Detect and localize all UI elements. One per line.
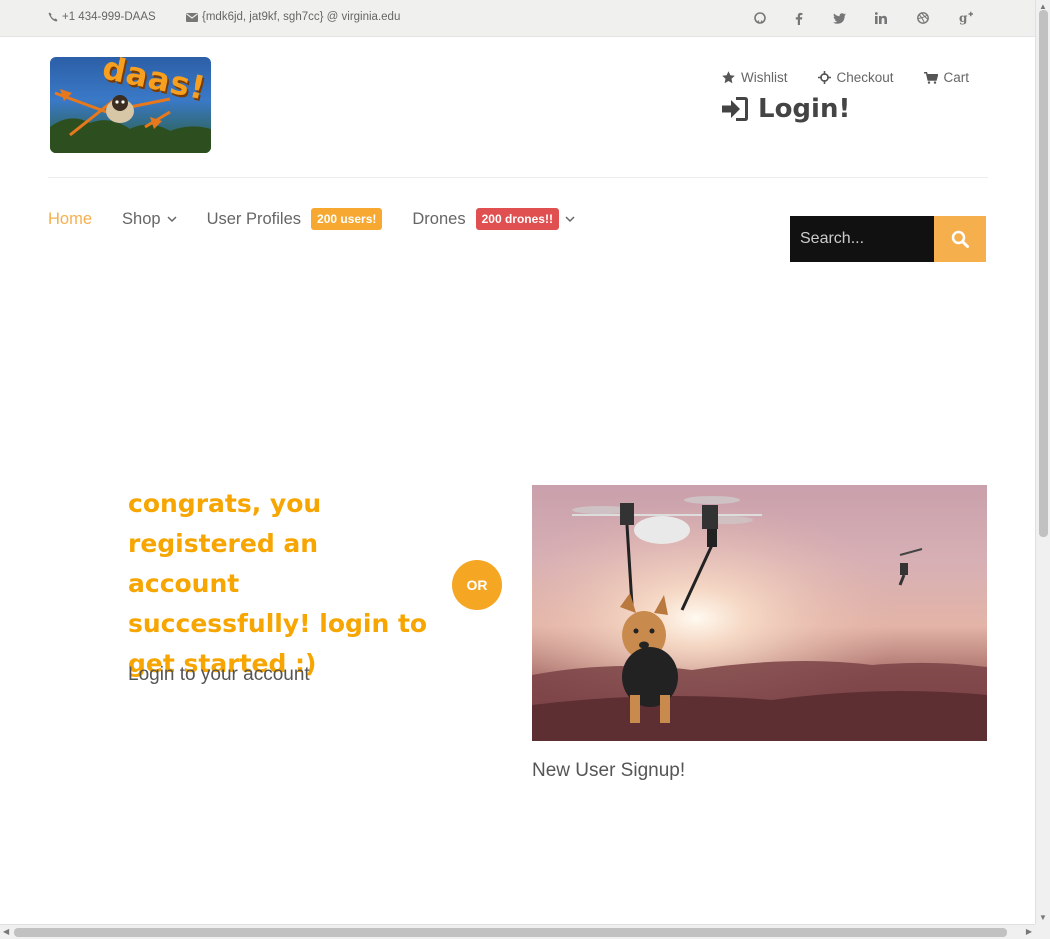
header-divider [48,177,988,178]
nav-user-profiles[interactable]: User Profiles 200 users! [207,208,383,230]
login-label: Login! [758,94,851,124]
twitter-icon[interactable] [828,8,850,28]
chevron-down-icon [565,215,575,222]
nav-drones-label: Drones [412,209,466,228]
nav-home[interactable]: Home [48,210,92,229]
nav-drones[interactable]: Drones 200 drones!! [412,208,575,230]
google-plus-icon[interactable]: g [955,8,977,28]
or-divider: OR [452,560,502,610]
login-account-link[interactable]: Login to your account [128,664,310,686]
chevron-down-icon [167,215,177,222]
vertical-scroll-thumb[interactable] [1039,10,1048,537]
login-link[interactable]: Login! [722,94,850,124]
site-logo[interactable]: daas! [50,57,211,153]
cart-icon [923,71,938,84]
email-contact[interactable]: {mdk6jd, jat9kf, sgh7cc} @ virginia.edu [186,11,400,23]
facebook-icon[interactable] [788,8,810,28]
scroll-left-arrow-icon[interactable]: ◀ [3,927,9,936]
search-button[interactable] [934,216,986,262]
main-nav: Home Shop User Profiles 200 users! Drone… [48,208,605,230]
sign-in-icon [722,97,748,121]
envelope-icon [186,12,198,22]
new-user-signup-link[interactable]: New User Signup! [532,760,685,782]
header-utility-links: Wishlist Checkout Cart [722,70,969,85]
search-bar [790,216,986,262]
dog-drone-image[interactable] [532,485,987,741]
scroll-down-arrow-icon[interactable]: ▼ [1039,913,1047,922]
checkout-link[interactable]: Checkout [817,70,894,85]
cart-label: Cart [943,70,970,85]
top-bar: +1 434-999-DAAS {mdk6jd, jat9kf, sgh7cc}… [0,0,1035,37]
search-icon [951,230,969,248]
nav-user-profiles-label: User Profiles [206,209,302,228]
scroll-right-arrow-icon[interactable]: ▶ [1026,927,1032,936]
nav-shop[interactable]: Shop [122,210,177,229]
svg-text:g: g [959,11,968,25]
phone-icon [48,12,58,22]
cart-link[interactable]: Cart [923,70,970,85]
hero-illustration [532,485,987,741]
wishlist-link[interactable]: Wishlist [722,70,788,85]
star-icon [722,71,735,84]
github-icon[interactable] [749,8,771,28]
vertical-scrollbar[interactable]: ▲ ▼ [1035,0,1050,924]
nav-shop-label: Shop [122,209,161,228]
horizontal-scroll-thumb[interactable] [14,928,1007,937]
nav-home-label: Home [48,209,93,228]
phone-contact: +1 434-999-DAAS [48,11,156,23]
phone-text: +1 434-999-DAAS [62,11,156,23]
crosshairs-icon [817,71,831,84]
linkedin-icon[interactable] [870,8,892,28]
email-text: {mdk6jd, jat9kf, sgh7cc} @ virginia.edu [202,11,401,23]
scrollbar-corner [1035,924,1050,939]
dribbble-icon[interactable] [912,8,934,28]
drone-count-badge: 200 drones!! [475,208,559,230]
user-count-badge: 200 users! [311,208,383,230]
wishlist-label: Wishlist [741,70,788,85]
search-input[interactable] [790,216,934,262]
checkout-label: Checkout [836,70,894,85]
horizontal-scrollbar[interactable]: ◀ ▶ [0,924,1035,939]
registration-success-message: congrats, you registered an account succ… [128,489,428,678]
